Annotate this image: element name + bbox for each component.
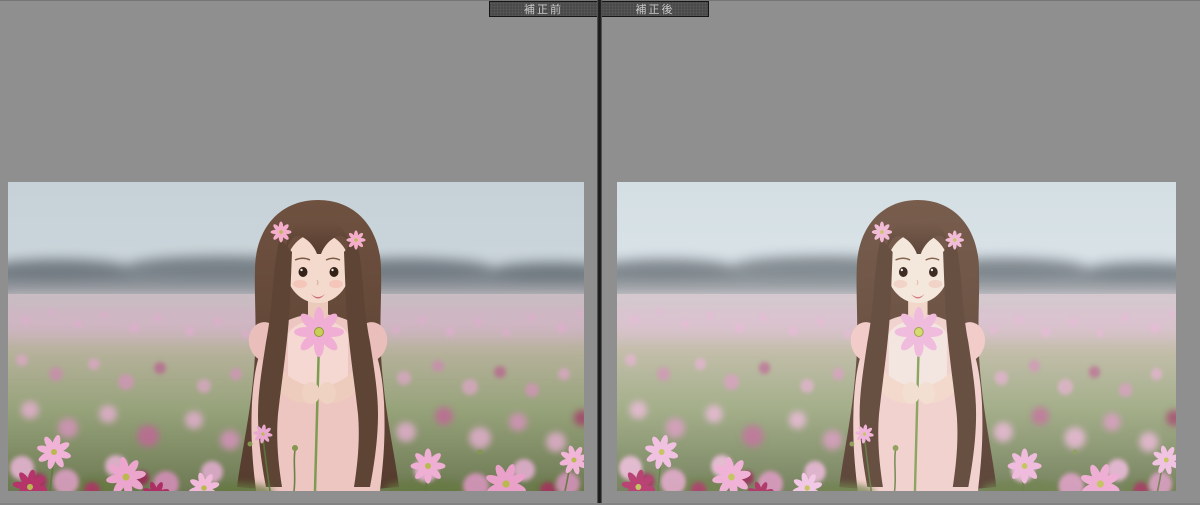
after-photo[interactable] — [617, 182, 1176, 491]
cosmos-portrait-scene-before — [8, 182, 584, 491]
compare-view: 補正前 補正後 — [0, 0, 1200, 505]
before-pane-label: 補正前 — [489, 1, 597, 17]
cosmos-portrait-scene-after — [617, 182, 1176, 491]
before-photo[interactable] — [8, 182, 584, 491]
after-pane-label: 補正後 — [602, 1, 709, 17]
pane-divider — [597, 0, 602, 505]
